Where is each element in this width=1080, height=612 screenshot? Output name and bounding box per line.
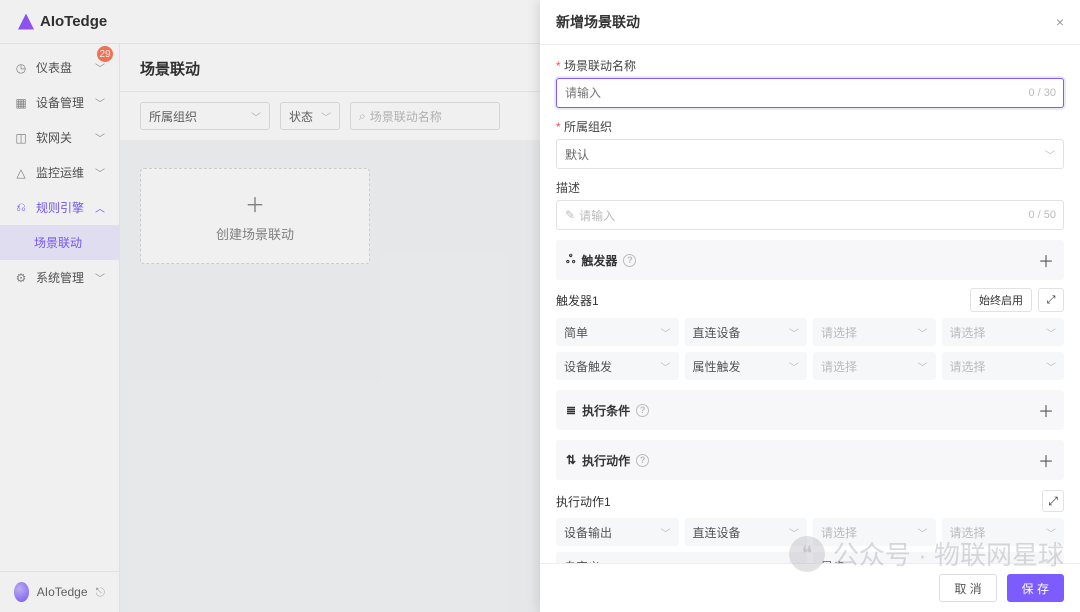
trigger1-label: 触发器1 bbox=[556, 292, 599, 309]
save-button[interactable]: 保 存 bbox=[1007, 574, 1064, 602]
expand-trigger-button[interactable]: ⤢ bbox=[1038, 288, 1064, 312]
action1-label: 执行动作1 bbox=[556, 493, 611, 510]
drawer: 新增场景联动 × 场景联动名称 0 / 30 所属组织 默认 ﹀ 描述 ✎ 请输… bbox=[540, 0, 1080, 612]
always-enable-button[interactable]: 始终启用 bbox=[970, 288, 1032, 312]
chevron-down-icon: ﹀ bbox=[789, 359, 799, 374]
action-icon: ⇅ bbox=[566, 453, 576, 467]
trig-attr-select[interactable]: 属性触发﹀ bbox=[685, 352, 808, 380]
add-action-button[interactable]: ＋ bbox=[1038, 448, 1054, 472]
desc-label: 描述 bbox=[556, 179, 1064, 196]
desc-placeholder: 请输入 bbox=[579, 207, 615, 224]
chevron-down-icon: ﹀ bbox=[789, 525, 799, 540]
condition-icon: ≣ bbox=[566, 403, 576, 417]
edit-icon: ✎ bbox=[565, 208, 575, 222]
act-custom-select[interactable]: 自定义﹀ bbox=[556, 552, 807, 563]
name-counter: 0 / 30 bbox=[1028, 87, 1056, 99]
chevron-down-icon: ﹀ bbox=[918, 325, 928, 340]
trig-val-select[interactable]: 请选择﹀ bbox=[942, 352, 1065, 380]
help-icon[interactable]: ? bbox=[636, 454, 649, 467]
help-icon[interactable]: ? bbox=[636, 404, 649, 417]
trigger-section-label: 触发器 bbox=[581, 252, 617, 269]
trigger-icon: ஃ bbox=[566, 252, 575, 268]
trig-op-select[interactable]: 请选择﹀ bbox=[813, 352, 936, 380]
chevron-down-icon: ﹀ bbox=[1046, 359, 1056, 374]
close-icon[interactable]: × bbox=[1056, 14, 1064, 30]
act-device-type-select[interactable]: 直连设备﹀ bbox=[685, 518, 808, 546]
chevron-down-icon: ﹀ bbox=[661, 525, 671, 540]
org-value: 默认 bbox=[565, 146, 589, 163]
act-device-select[interactable]: 请选择﹀ bbox=[813, 518, 936, 546]
drawer-footer: 取 消 保 存 bbox=[540, 563, 1080, 612]
chevron-down-icon: ﹀ bbox=[1045, 147, 1055, 162]
chevron-down-icon: ﹀ bbox=[918, 359, 928, 374]
desc-input[interactable]: ✎ 请输入 bbox=[556, 200, 1064, 230]
chevron-down-icon: ﹀ bbox=[918, 525, 928, 540]
chevron-down-icon: ﹀ bbox=[1046, 325, 1056, 340]
chevron-down-icon: ﹀ bbox=[661, 325, 671, 340]
name-input[interactable] bbox=[556, 78, 1064, 108]
add-trigger-button[interactable]: ＋ bbox=[1038, 248, 1054, 272]
org-select[interactable]: 默认 ﹀ bbox=[556, 139, 1064, 169]
action-section-header: ⇅ 执行动作 ? ＋ bbox=[556, 440, 1064, 480]
desc-counter: 0 / 50 bbox=[1028, 209, 1056, 221]
trig-device-type-select[interactable]: 直连设备﹀ bbox=[685, 318, 808, 346]
drawer-title: 新增场景联动 bbox=[556, 12, 640, 32]
trigger-section-header: ஃ 触发器 ? ＋ bbox=[556, 240, 1064, 280]
action-section-label: 执行动作 bbox=[582, 452, 630, 469]
drawer-header: 新增场景联动 × bbox=[540, 0, 1080, 45]
expand-action-button[interactable]: ⤢ bbox=[1042, 490, 1064, 512]
condition-section-label: 执行条件 bbox=[582, 402, 630, 419]
act-cmd-select[interactable]: 请选择﹀ bbox=[942, 518, 1065, 546]
chevron-down-icon: ﹀ bbox=[661, 359, 671, 374]
add-condition-button[interactable]: ＋ bbox=[1038, 398, 1054, 422]
condition-section-header: ≣ 执行条件 ? ＋ bbox=[556, 390, 1064, 430]
name-label: 场景联动名称 bbox=[556, 57, 1064, 74]
trig-event-type-select[interactable]: 设备触发﹀ bbox=[556, 352, 679, 380]
org-label: 所属组织 bbox=[556, 118, 1064, 135]
chevron-down-icon: ﹀ bbox=[789, 325, 799, 340]
help-icon[interactable]: ? bbox=[623, 254, 636, 267]
act-output-select[interactable]: 设备输出﹀ bbox=[556, 518, 679, 546]
cancel-button[interactable]: 取 消 bbox=[939, 574, 996, 602]
trig-device-select[interactable]: 请选择﹀ bbox=[813, 318, 936, 346]
chevron-down-icon: ﹀ bbox=[1046, 525, 1056, 540]
trig-simple-select[interactable]: 简单﹀ bbox=[556, 318, 679, 346]
act-async-select[interactable]: 异步﹀ bbox=[813, 552, 1064, 563]
trig-prop-select[interactable]: 请选择﹀ bbox=[942, 318, 1065, 346]
